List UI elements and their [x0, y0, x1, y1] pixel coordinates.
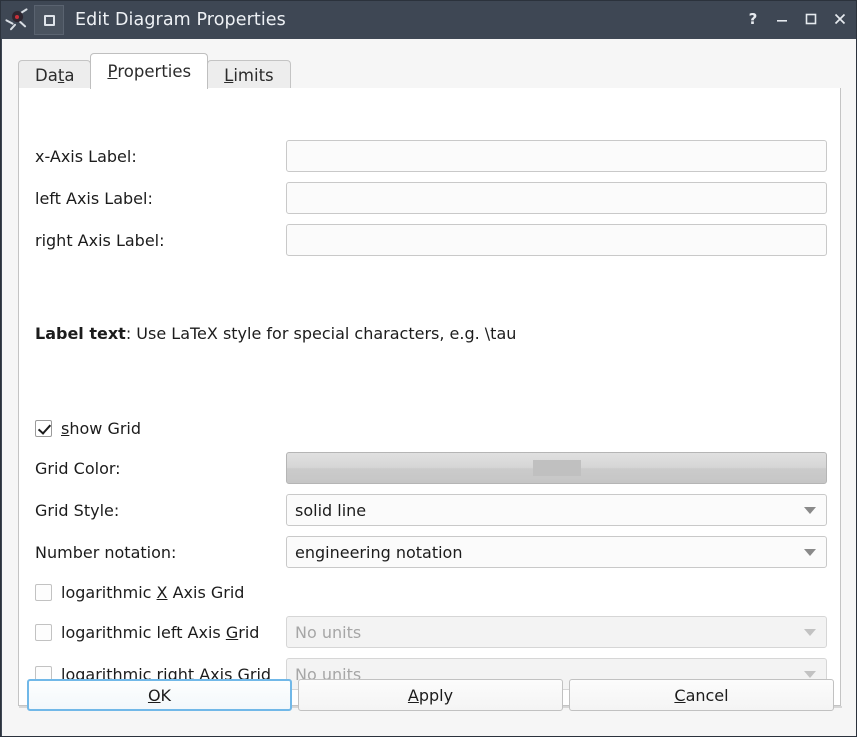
- grid-style-select[interactable]: solid line: [286, 494, 827, 526]
- log-left-units-select: No units: [286, 616, 827, 648]
- log-left-axis-checkbox[interactable]: [35, 623, 52, 641]
- log-x-axis-label-post: Axis Grid: [167, 582, 245, 602]
- grid-color-label: Grid Color:: [35, 458, 121, 478]
- cancel-button-mnemonic: C: [674, 685, 686, 705]
- window-menu-icon[interactable]: [34, 5, 64, 35]
- row-show-grid: show Grid: [19, 411, 842, 445]
- tab-properties[interactable]: Properties: [90, 53, 209, 89]
- log-left-axis-label-pre: logarithmic left Axis: [61, 622, 226, 642]
- properties-panel: x-Axis Label: left Axis Label: right Axi…: [18, 88, 841, 706]
- log-left-axis-checkbox-row[interactable]: logarithmic left Axis Grid: [35, 623, 259, 642]
- dialog-body: Da t a Properties Limits x-Axis Label: l…: [2, 39, 856, 736]
- x-axis-label-label: x-Axis Label:: [35, 146, 137, 166]
- row-x-axis-label: x-Axis Label:: [19, 139, 842, 173]
- number-notation-value: engineering notation: [295, 542, 463, 562]
- application-icon: [4, 6, 32, 34]
- grid-color-field-wrap: [286, 452, 827, 484]
- log-x-axis-label: logarithmic X Axis Grid: [61, 583, 244, 602]
- grid-style-label: Grid Style:: [35, 500, 120, 520]
- grid-style-value: solid line: [295, 500, 367, 520]
- log-x-axis-mnemonic: X: [156, 582, 168, 602]
- chevron-down-icon: [804, 671, 816, 678]
- log-x-axis-checkbox-row[interactable]: logarithmic X Axis Grid: [35, 583, 244, 602]
- apply-button-mnemonic: A: [407, 685, 419, 705]
- label-text-hint-rest: : Use LaTeX style for special characters…: [125, 324, 517, 343]
- properties-form: x-Axis Label: left Axis Label: right Axi…: [19, 88, 842, 706]
- dialog-window: Edit Diagram Properties ? Da t a Propertie: [0, 0, 857, 737]
- x-axis-label-field-wrap: [286, 140, 827, 172]
- number-notation-field-wrap: engineering notation: [286, 536, 827, 568]
- right-axis-label-label: right Axis Label:: [35, 230, 165, 250]
- cancel-button[interactable]: Cancel: [569, 679, 834, 711]
- log-x-axis-checkbox[interactable]: [35, 583, 52, 601]
- tab-limits[interactable]: Limits: [207, 60, 291, 89]
- show-grid-checkbox-row[interactable]: show Grid: [35, 419, 141, 438]
- log-x-axis-label-pre: logarithmic: [61, 582, 157, 602]
- show-grid-label-post: how Grid: [69, 418, 142, 438]
- row-left-axis-label: left Axis Label:: [19, 181, 842, 215]
- left-axis-label-input[interactable]: [286, 182, 827, 214]
- tab-properties-mnemonic: P: [107, 62, 118, 81]
- right-axis-label-field-wrap: [286, 224, 827, 256]
- tab-data[interactable]: Da t a: [18, 60, 92, 89]
- row-number-notation: Number notation: engineering notation: [19, 535, 842, 569]
- grid-color-button[interactable]: [286, 452, 827, 484]
- row-grid-color: Grid Color:: [19, 451, 842, 485]
- log-left-axis-label: logarithmic left Axis Grid: [61, 623, 259, 642]
- log-left-axis-label-post: rid: [238, 622, 260, 642]
- grid-style-field-wrap: solid line: [286, 494, 827, 526]
- number-notation-select[interactable]: engineering notation: [286, 536, 827, 568]
- show-grid-checkbox[interactable]: [35, 419, 52, 437]
- x-axis-label-input[interactable]: [286, 140, 827, 172]
- window-controls: ?: [740, 5, 853, 33]
- row-right-axis-label: right Axis Label:: [19, 223, 842, 257]
- minimize-button[interactable]: [769, 5, 795, 33]
- number-notation-label: Number notation:: [35, 542, 177, 562]
- grid-color-swatch: [532, 460, 581, 476]
- dialog-button-bar: OK Apply Cancel: [2, 679, 856, 736]
- chevron-down-icon: [804, 507, 816, 514]
- ok-button-label: K: [160, 685, 172, 705]
- row-log-left-axis: logarithmic left Axis Grid No units: [19, 615, 842, 649]
- log-left-axis-mnemonic: G: [225, 622, 239, 642]
- maximize-button[interactable]: [798, 5, 824, 33]
- help-button[interactable]: ?: [740, 5, 766, 33]
- chevron-down-icon: [804, 629, 816, 636]
- right-axis-label-input[interactable]: [286, 224, 827, 256]
- apply-button[interactable]: Apply: [298, 679, 563, 711]
- left-axis-label-label: left Axis Label:: [35, 188, 153, 208]
- label-text-hint-bold: Label text: [35, 324, 126, 343]
- row-grid-style: Grid Style: solid line: [19, 493, 842, 527]
- apply-button-label: pply: [418, 685, 454, 705]
- left-axis-label-field-wrap: [286, 182, 827, 214]
- show-grid-label: show Grid: [61, 419, 141, 438]
- ok-button-mnemonic: O: [147, 685, 161, 705]
- title-bar: Edit Diagram Properties ?: [1, 1, 856, 39]
- ok-button[interactable]: OK: [27, 679, 292, 711]
- window-title: Edit Diagram Properties: [75, 10, 286, 30]
- tab-bar: Da t a Properties Limits: [18, 53, 841, 89]
- tab-limits-mnemonic: L: [224, 65, 234, 85]
- cancel-button-label: ancel: [685, 685, 729, 705]
- row-log-x-axis: logarithmic X Axis Grid: [19, 575, 842, 609]
- chevron-down-icon: [804, 549, 816, 556]
- label-text-hint: Label text: Use LaTeX style for special …: [35, 324, 516, 343]
- log-left-units-field-wrap: No units: [286, 616, 827, 648]
- close-button[interactable]: [827, 5, 853, 33]
- log-left-units-value: No units: [295, 622, 362, 642]
